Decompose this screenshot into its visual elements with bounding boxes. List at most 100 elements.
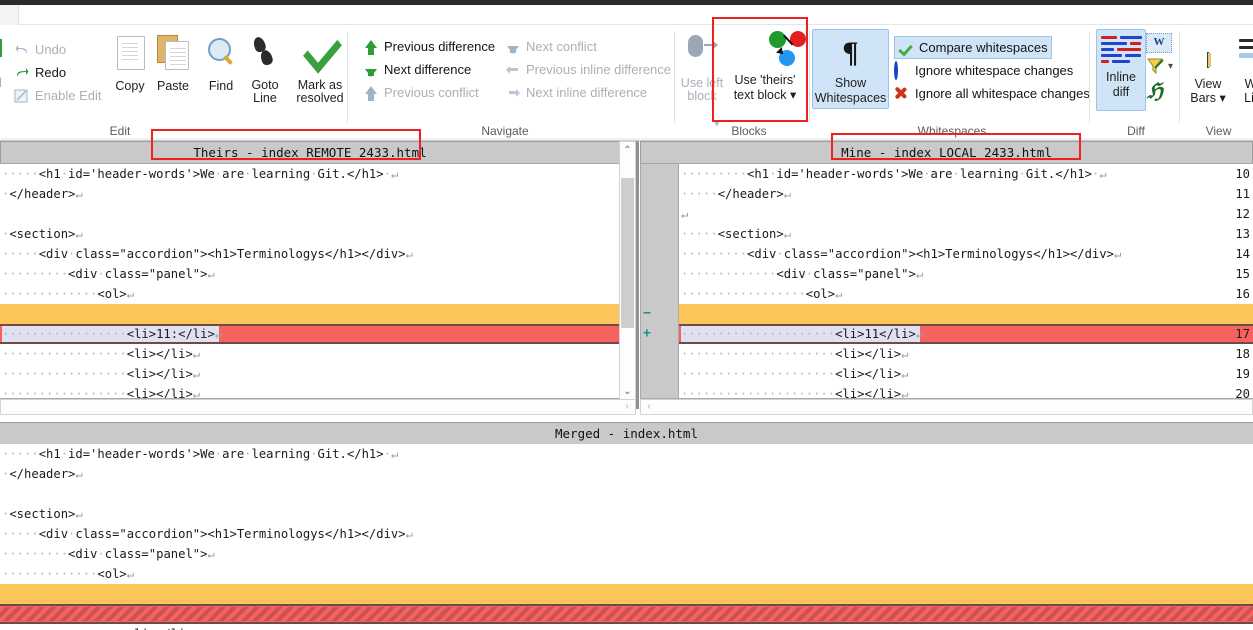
code-line[interactable]: ·····················<li>11</li>↵	[681, 324, 923, 344]
code-text: <h1·id='header-words'>We·are·learning·Gi…	[38, 167, 391, 181]
merged-pane[interactable]: ·····<h1·id='header-words'>We·are·learni…	[0, 444, 1253, 630]
code-line[interactable]: ·</header>↵	[2, 464, 83, 484]
group-label-diff: Diff	[1127, 124, 1145, 138]
line-break-marker-icon: ↵	[192, 347, 201, 361]
code-line[interactable]: ·····<div·class="accordion"><h1>Terminol…	[2, 244, 413, 264]
previous-difference-button[interactable]: Previous difference	[363, 36, 495, 57]
ignore-all-whitespace-changes-option[interactable]: Ignore all whitespace changes	[894, 83, 1090, 104]
code-line[interactable]: ·····<h1·id='header-words'>We·are·learni…	[2, 164, 398, 184]
code-line[interactable]: ·····</header>↵	[681, 184, 791, 204]
code-line[interactable]: ↵	[681, 204, 688, 224]
script-diff-icon[interactable]: ℌ	[1147, 79, 1163, 104]
line-number: 15	[1235, 267, 1250, 281]
code-text: <li></li>	[835, 387, 902, 399]
use-left-block-label-2: block	[687, 89, 717, 103]
ribbon-group-blocks: Use left block ▾ Use 'theirs' text block…	[678, 25, 810, 140]
code-text: </header>	[9, 467, 76, 481]
code-line[interactable]: ·<section>↵	[2, 504, 83, 524]
whitespace-dots: ·········	[2, 267, 69, 281]
use-left-block-button[interactable]: Use left block	[680, 31, 724, 103]
view-bars-label-2-text: Bars	[1190, 91, 1216, 105]
code-line[interactable]: ·················<li></li>↵	[2, 344, 200, 364]
line-break-marker-icon: ↵	[207, 267, 215, 281]
mark-as-resolved-button[interactable]: Mark as resolved	[288, 27, 352, 105]
theirs-vertical-scrollbar[interactable]: ⌃ ⌄	[619, 141, 636, 401]
line-break-marker-icon: ↵	[901, 347, 909, 361]
use-theirs-label-1: Use 'theirs'	[734, 73, 796, 87]
scroll-down-arrow-icon[interactable]: ⌄	[620, 384, 635, 399]
code-line[interactable]: ·</header>↵	[2, 184, 83, 204]
code-line[interactable]: ·················<li></li>↵	[2, 624, 200, 630]
code-line[interactable]: ·················<li></li>↵	[2, 364, 200, 384]
line-break-marker-icon: ↵	[835, 287, 843, 301]
wrap-lines-button[interactable]: Wra Line	[1232, 31, 1253, 105]
scroll-right-arrow-icon[interactable]: ›	[620, 400, 634, 414]
filter-diff-icon[interactable]	[1146, 57, 1166, 78]
line-break-marker-icon: ↵	[915, 267, 924, 281]
wrap-lines-label-2: Line	[1244, 91, 1253, 105]
mine-pane-title-text: Mine - index_LOCAL_2433.html	[841, 145, 1052, 160]
code-line[interactable]: ·····<section>↵	[681, 224, 791, 244]
enable-edit-button[interactable]: Enable Edit	[14, 85, 102, 106]
code-line[interactable]: ·················<li>11:</li>↵	[2, 324, 222, 344]
theirs-pane[interactable]: ·····<h1·id='header-words'>We·are·learni…	[0, 163, 620, 399]
pane-splitter-vertical[interactable]	[636, 141, 639, 409]
goto-line-button[interactable]: Goto Line	[238, 33, 292, 105]
whitespace-dots: ·············	[681, 267, 777, 281]
scroll-up-arrow-icon[interactable]: ⌃	[620, 143, 635, 158]
redo-button[interactable]: Redo	[14, 62, 66, 83]
use-theirs-caret-icon[interactable]: ▾	[790, 88, 796, 102]
code-line[interactable]: ·············<div·class="panel">↵	[681, 264, 923, 284]
whitespace-dots: ·····	[2, 167, 39, 181]
mine-horizontal-scrollbar[interactable]: ‹	[640, 399, 1253, 415]
next-inline-difference-button[interactable]: Next inline difference	[505, 82, 647, 103]
previous-conflict-button[interactable]: Previous conflict	[363, 82, 479, 103]
code-line[interactable]: ·····<div·class="accordion"><h1>Terminol…	[2, 524, 413, 544]
theirs-scrollbar-thumb[interactable]	[621, 178, 634, 328]
code-line[interactable]: ·····················<li></li>↵	[681, 384, 908, 399]
code-text: <ol>	[97, 287, 127, 301]
line-number: 18	[1235, 347, 1250, 361]
code-line[interactable]: ·········<div·class="panel">↵	[2, 264, 215, 284]
paste-button[interactable]: Paste	[146, 33, 200, 93]
merged-pane-title: Merged - index.html	[0, 422, 1253, 445]
use-left-block-icon	[680, 31, 724, 77]
whitespace-dots: ·····	[2, 247, 39, 261]
inline-diff-button[interactable]: Inline diff	[1096, 29, 1146, 111]
whitespace-dots: ·····················	[681, 387, 836, 399]
filter-diff-caret-icon[interactable]: ▾	[1168, 61, 1173, 72]
code-line[interactable]: ·····<h1·id='header-words'>We·are·learni…	[2, 444, 398, 464]
code-line[interactable]: ·················<ol>↵	[681, 284, 842, 304]
word-diff-icon[interactable]: W	[1146, 33, 1172, 53]
ignore-whitespace-changes-option[interactable]: Ignore whitespace changes	[894, 60, 1073, 81]
undo-button[interactable]: Undo	[14, 39, 66, 60]
ignore-all-whitespace-changes-label: Ignore all whitespace changes	[915, 86, 1090, 101]
code-line[interactable]: ·····················<li></li>↵	[681, 344, 908, 364]
view-bars-caret-icon[interactable]: ▾	[1219, 91, 1225, 105]
code-line[interactable]: ·········<h1·id='header-words'>We·are·le…	[681, 164, 1107, 184]
code-line[interactable]: ·················<li></li>↵	[2, 384, 200, 398]
code-line[interactable]: ·········<div·class="panel">↵	[2, 544, 215, 564]
theirs-horizontal-scrollbar[interactable]: ›	[0, 399, 636, 415]
mine-pane[interactable]: 10 ·········<h1·id='header-words'>We·are·…	[640, 163, 1253, 399]
code-line[interactable]: ·····················<li></li>↵	[681, 364, 908, 384]
show-whitespaces-button[interactable]: ¶ Show Whitespaces	[812, 29, 889, 109]
line-break-marker-icon: ↵	[126, 567, 135, 581]
previous-inline-difference-button[interactable]: Previous inline difference	[505, 59, 671, 80]
code-line[interactable]: ·········<div·class="accordion"><h1>Term…	[681, 244, 1121, 264]
use-theirs-text-block-button[interactable]: Use 'theirs' text block ▾	[722, 29, 808, 103]
previous-conflict-label: Previous conflict	[384, 85, 479, 100]
whitespace-dots: ·····	[681, 227, 718, 241]
next-conflict-button[interactable]: Next conflict	[505, 36, 597, 57]
undo-label: Undo	[35, 42, 67, 57]
code-line[interactable]: ·············<ol>↵	[2, 284, 134, 304]
code-line[interactable]: ·<section>↵	[2, 224, 83, 244]
use-theirs-label-2-text: text block	[733, 88, 787, 102]
next-difference-button[interactable]: Next difference	[363, 59, 471, 80]
inline-diff-label-1: Inline	[1106, 70, 1136, 84]
compare-whitespaces-option[interactable]: Compare whitespaces	[894, 36, 1052, 59]
code-line[interactable]: ·············<ol>↵	[2, 564, 134, 584]
scroll-left-arrow-icon[interactable]: ‹	[642, 400, 656, 414]
view-bars-button[interactable]: View Bars ▾	[1184, 31, 1232, 105]
line-break-marker-icon: ↵	[75, 467, 83, 481]
